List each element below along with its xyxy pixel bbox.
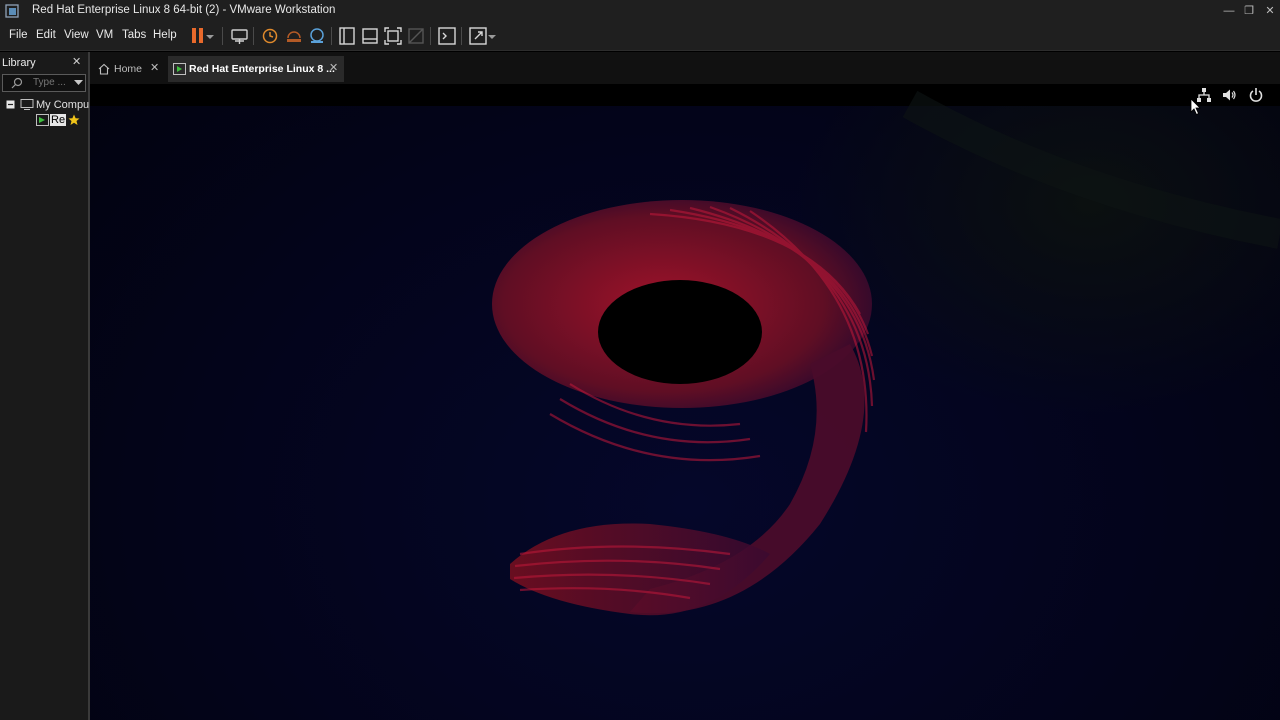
library-search-input[interactable]: Type ... [2, 74, 86, 92]
snapshot-manager-icon[interactable] [306, 25, 328, 47]
menu-tabs[interactable]: Tabs [122, 29, 146, 41]
minimize-button[interactable]: — [1220, 3, 1238, 19]
vm-tab-icon [173, 63, 186, 75]
library-close-icon[interactable]: ✕ [72, 55, 81, 68]
revert-snapshot-icon[interactable] [283, 25, 305, 47]
vmware-app-icon [5, 4, 19, 18]
library-panel: Library ✕ Type ... My Compu Re [0, 52, 90, 720]
full-screen-icon[interactable] [382, 25, 404, 47]
vm-running-icon [36, 114, 49, 126]
tab-vm-close-icon[interactable]: ✕ [329, 61, 338, 74]
toolbar-separator [222, 27, 223, 45]
unity-icon [408, 28, 424, 44]
tree-label-my-computer: My Compu [36, 99, 90, 111]
close-button[interactable]: ✕ [1261, 3, 1279, 19]
snapshot-icon[interactable] [259, 25, 281, 47]
title-bar: Red Hat Enterprise Linux 8 64-bit (2) - … [0, 0, 1280, 22]
tab-vm[interactable]: Red Hat Enterprise Linux 8 ... ✕ [168, 56, 344, 82]
tab-home[interactable]: Home ✕ [92, 56, 164, 82]
favorite-star-icon[interactable] [68, 114, 80, 126]
tree-label-vm: Re [50, 114, 67, 126]
send-keys-icon[interactable] [229, 25, 251, 47]
toolbar-separator [461, 27, 462, 45]
tab-vm-label: Red Hat Enterprise Linux 8 ... [189, 63, 335, 75]
tab-home-close-icon[interactable]: ✕ [150, 61, 159, 74]
search-icon [11, 77, 23, 89]
tab-bar: Home ✕ Red Hat Enterprise Linux 8 ... ✕ [90, 52, 1280, 84]
search-dropdown-icon[interactable] [74, 79, 83, 87]
toolbar-separator [253, 27, 254, 45]
rhel-9-wallpaper-graphic [492, 90, 1280, 616]
menu-bar: File Edit View VM Tabs Help [0, 22, 1280, 51]
computer-icon [20, 99, 34, 110]
vm-display[interactable] [90, 84, 1280, 720]
menu-help[interactable]: Help [153, 29, 177, 41]
home-icon [98, 63, 110, 75]
library-view-icon[interactable] [336, 25, 358, 47]
tab-home-label: Home [114, 63, 143, 75]
restore-button[interactable]: ❐ [1240, 3, 1258, 19]
stretch-icon[interactable] [467, 25, 489, 47]
menu-edit[interactable]: Edit [36, 29, 56, 41]
library-search-placeholder: Type ... [33, 77, 66, 88]
window-title: Red Hat Enterprise Linux 8 64-bit (2) - … [32, 4, 336, 16]
menu-vm[interactable]: VM [96, 29, 113, 41]
pause-dropdown-icon[interactable] [204, 25, 216, 47]
toolbar-separator [331, 27, 332, 45]
menu-file[interactable]: File [9, 29, 28, 41]
stretch-dropdown-icon[interactable] [487, 25, 497, 47]
toolbar-separator [430, 27, 431, 45]
menu-view[interactable]: View [64, 29, 89, 41]
collapse-icon[interactable] [6, 100, 15, 109]
console-icon[interactable] [436, 25, 458, 47]
library-title: Library [2, 57, 36, 69]
thumbnail-view-icon[interactable] [359, 25, 381, 47]
